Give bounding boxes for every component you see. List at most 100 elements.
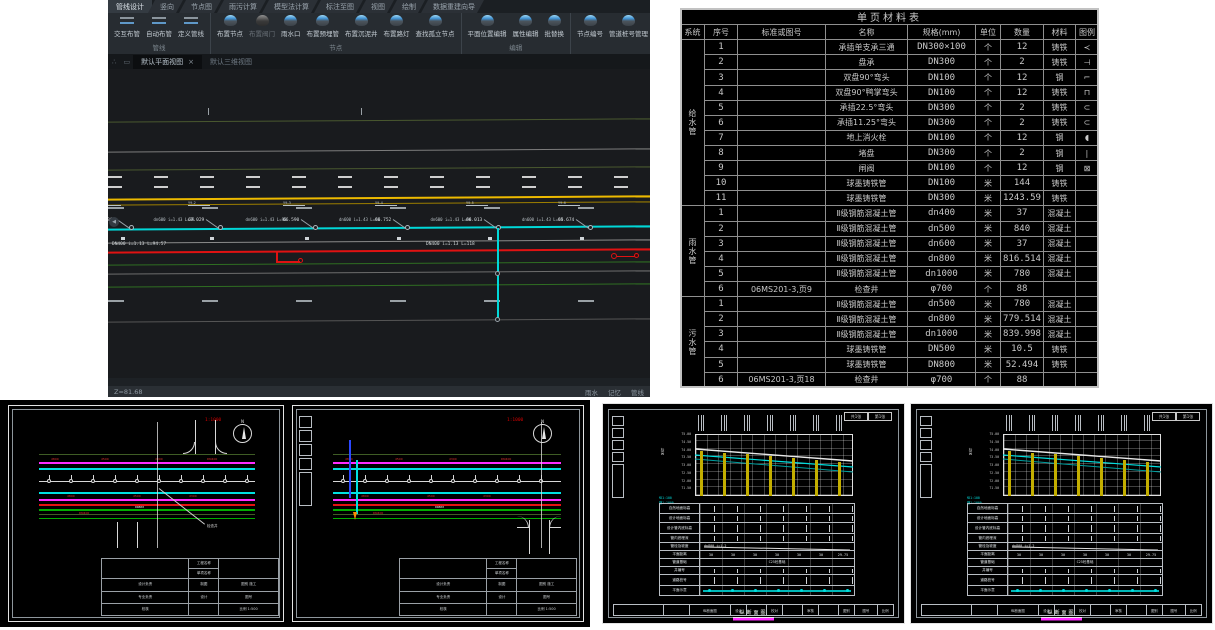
profile-sheets-area: 共1张第1张 标高 纵1:100横1:1000 自然地面标高设计地面标高设计管内… bbox=[600, 400, 1215, 627]
station-tick bbox=[71, 475, 72, 479]
toolbar-button-平面位置编辑[interactable]: 平面位置编辑 bbox=[465, 14, 510, 39]
table-cell: 混凝土 bbox=[1044, 312, 1076, 327]
toolbar-button-节点编号[interactable]: 节点编号 bbox=[574, 14, 606, 39]
distance-value: 29.75 bbox=[832, 553, 854, 557]
tab-3d-view[interactable]: 默认三维视图 bbox=[202, 55, 260, 69]
elevation-axis-label: 72.50 bbox=[667, 471, 691, 475]
tab-plan-view[interactable]: 默认平面视图 × bbox=[133, 55, 202, 69]
profile-row-label: 平面距离 bbox=[660, 551, 700, 558]
close-icon[interactable]: × bbox=[188, 58, 194, 66]
ribbon-tab-4[interactable]: 雨污计算 bbox=[217, 0, 266, 13]
toolbar-button-交互布管[interactable]: 交互布管 bbox=[111, 14, 143, 39]
toolbar-button-布置阀门[interactable]: 布置阀门 bbox=[246, 14, 278, 39]
table-cell: dn500 bbox=[908, 221, 976, 236]
table-cell: dn400 bbox=[908, 206, 976, 221]
toolbar-button-定义管线[interactable]: 定义管线 bbox=[175, 14, 207, 39]
station-tick bbox=[181, 475, 182, 479]
table-cell: 840 bbox=[1001, 221, 1044, 236]
profile-row-values bbox=[1008, 514, 1162, 522]
ribbon-tab-5[interactable]: 模型法计算 bbox=[262, 0, 318, 13]
station-tick bbox=[247, 475, 248, 479]
system-label: 污水管 bbox=[681, 297, 705, 388]
ribbon-tab-1[interactable]: 管线设计 bbox=[108, 0, 152, 13]
table-cell: 2 bbox=[705, 55, 738, 70]
profile-row-label: 管径及坡度 bbox=[660, 543, 700, 550]
node-label: Y9-665.674 bbox=[558, 201, 592, 225]
ribbon-tab-7[interactable]: 视图 bbox=[359, 0, 394, 13]
table-cell: 2 bbox=[1001, 115, 1044, 130]
plan-drawing: d800d500d300DN400d800d500d300DN400DN800 bbox=[333, 454, 561, 520]
toolbar-button-管道桩号管理[interactable]: 管道桩号管理 bbox=[606, 14, 650, 39]
sheet-number-boxes: 共1张第1张 bbox=[1152, 412, 1200, 421]
table-cell bbox=[738, 297, 826, 312]
ribbon-tab-6[interactable]: 标注至图 bbox=[314, 0, 363, 13]
node-cylinder-icon bbox=[622, 15, 635, 26]
table-cell: 铸铁 bbox=[1044, 40, 1076, 55]
table-cell bbox=[738, 85, 826, 100]
toolbar-button-雨水口[interactable]: 雨水口 bbox=[278, 14, 304, 39]
toolbar-group-buttons: 交互布管自动布管定义管线 bbox=[111, 14, 207, 41]
status-item[interactable]: 记忆 bbox=[608, 387, 621, 397]
value-mark bbox=[1160, 536, 1161, 541]
toolbar-button-查找孤立节点[interactable]: 查找孤立节点 bbox=[413, 14, 458, 39]
ribbon-tab-2[interactable]: 竖向 bbox=[148, 0, 183, 13]
table-cell: 779.514 bbox=[1001, 312, 1044, 327]
elevation-axis-label: 72.00 bbox=[975, 479, 999, 483]
table-cell: Ⅱ级钢筋混凝土管 bbox=[826, 327, 908, 342]
ribbon-tab-3[interactable]: 节点图 bbox=[179, 0, 221, 13]
value-mark bbox=[1022, 525, 1023, 532]
table-cell: 780 bbox=[1001, 297, 1044, 312]
manhole-node[interactable] bbox=[313, 225, 318, 230]
table-cell: 5 bbox=[705, 100, 738, 115]
value-mark bbox=[783, 525, 784, 532]
table-cell: 816.514 bbox=[1001, 251, 1044, 266]
dock-layout-icon[interactable]: ∴ bbox=[108, 55, 119, 69]
table-cell: 米 bbox=[976, 357, 1001, 372]
toolbar-button-自动布管[interactable]: 自动布管 bbox=[143, 14, 175, 39]
column-header: 单位 bbox=[976, 25, 1001, 40]
branch-node[interactable] bbox=[495, 271, 500, 276]
status-item[interactable]: 管线 bbox=[631, 387, 644, 397]
node-cylinder-icon bbox=[481, 15, 494, 26]
foundation-note: C25砼基础 bbox=[1008, 560, 1162, 565]
table-cell: 3 bbox=[705, 327, 738, 342]
drawing-canvas[interactable]: Y9-167.368dn600 i=1.43 L=98Y9-267.029dn6… bbox=[108, 69, 650, 378]
manhole-node[interactable] bbox=[405, 225, 410, 230]
table-cell: DN300 bbox=[908, 100, 976, 115]
table-cell: ⊣ bbox=[1076, 55, 1099, 70]
plan-manhole bbox=[473, 479, 477, 483]
lane-dashes bbox=[108, 186, 650, 188]
material-table-title: 单页材料表 bbox=[681, 9, 1099, 25]
manhole-node[interactable] bbox=[129, 225, 134, 230]
table-cell: 4 bbox=[705, 342, 738, 357]
plan-schematic-node bbox=[754, 589, 757, 592]
toolbar-button-批替换[interactable]: 批替换 bbox=[542, 14, 568, 39]
branch-node[interactable] bbox=[495, 317, 500, 322]
toolbar-button-布置沉泥井[interactable]: 布置沉泥井 bbox=[342, 14, 381, 39]
status-item[interactable]: 雨水 bbox=[585, 387, 598, 397]
ribbon-tab-9[interactable]: 数据重建向导 bbox=[421, 0, 484, 13]
tick-mark bbox=[208, 108, 209, 115]
pan-left-icon[interactable]: ◀ bbox=[109, 217, 119, 227]
manhole-node[interactable] bbox=[218, 225, 223, 230]
ribbon-tab-8[interactable]: 绘制 bbox=[390, 0, 425, 13]
title-block: 工程名称 单项名称 设计负责制图图别 施工 专业负责设计图号 校核比例 1:50… bbox=[101, 558, 279, 616]
toolbar-button-属性编辑[interactable]: 属性编辑 bbox=[510, 14, 542, 39]
value-mark bbox=[852, 536, 853, 541]
toolbar-button-布置路灯[interactable]: 布置路灯 bbox=[381, 14, 413, 39]
manhole-node[interactable] bbox=[588, 225, 593, 230]
station-label-ticks bbox=[1075, 415, 1081, 431]
value-mark bbox=[1160, 525, 1161, 532]
plan-manhole bbox=[157, 479, 161, 483]
pipe-micro-label: d300 bbox=[189, 494, 197, 498]
pipeline-line bbox=[108, 195, 650, 200]
toolbar-button-布置节点[interactable]: 布置节点 bbox=[214, 14, 246, 39]
status-toggles: 雨水记忆管线 bbox=[585, 387, 644, 397]
toolbar-button-布置预埋管[interactable]: 布置预埋管 bbox=[304, 14, 343, 39]
table-cell bbox=[738, 176, 826, 191]
value-mark bbox=[783, 516, 784, 521]
float-window-icon[interactable]: ▭ bbox=[119, 55, 133, 69]
pipe-micro-label: d800 bbox=[361, 494, 369, 498]
north-arrow-icon: N bbox=[533, 424, 552, 443]
value-mark bbox=[1160, 569, 1161, 573]
